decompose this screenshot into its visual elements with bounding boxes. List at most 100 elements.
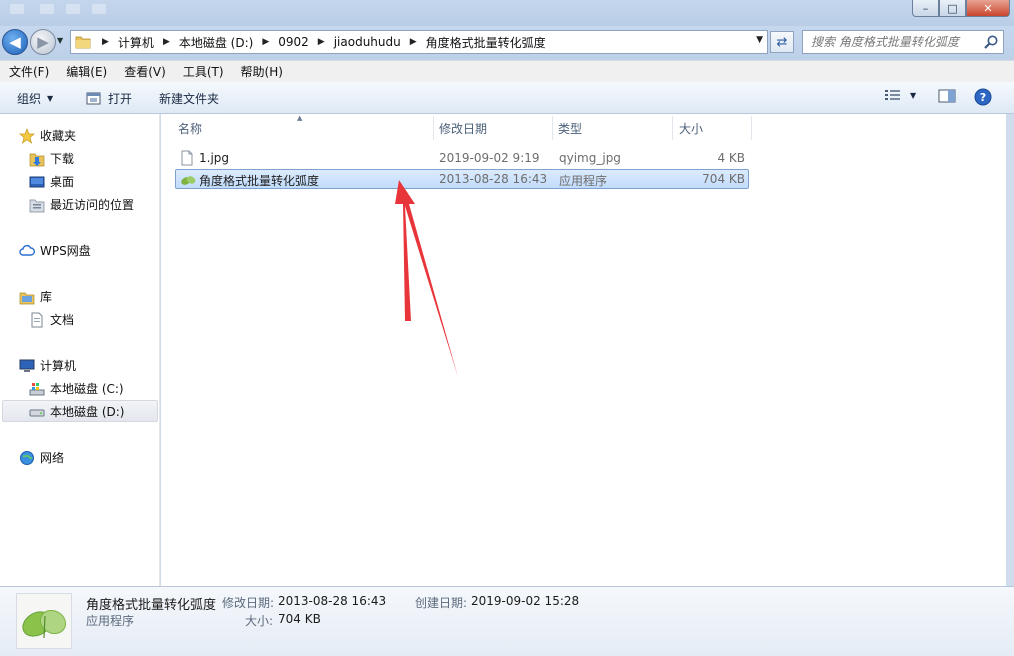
search-box bbox=[802, 30, 1004, 54]
computer-icon bbox=[19, 359, 35, 372]
nav-downloads[interactable]: 下载 bbox=[29, 150, 74, 167]
leaf-app-icon bbox=[22, 609, 67, 639]
nav-label: 本地磁盘 (C:) bbox=[50, 382, 124, 396]
nav-label: 本地磁盘 (D:) bbox=[50, 405, 125, 419]
nav-drive-c[interactable]: 本地磁盘 (C:) bbox=[29, 380, 124, 397]
help-icon: ? bbox=[974, 88, 992, 106]
file-name: 角度格式批量转化弧度 bbox=[199, 174, 320, 188]
view-options-button[interactable]: ▼ bbox=[884, 88, 916, 102]
menu-tools[interactable]: 工具(T) bbox=[183, 63, 224, 80]
window-frame-edge bbox=[1006, 114, 1014, 586]
refresh-button[interactable]: ⇄ bbox=[770, 31, 794, 53]
back-button[interactable]: ◀ bbox=[2, 29, 28, 55]
chevron-down-icon: ▼ bbox=[910, 90, 917, 100]
downloads-folder-icon bbox=[29, 153, 45, 166]
column-divider[interactable] bbox=[672, 116, 673, 140]
file-type: qyimg_jpg bbox=[559, 151, 621, 165]
breadcrumb-0902[interactable]: 0902 bbox=[278, 35, 309, 49]
cloud-icon bbox=[19, 244, 35, 256]
open-button[interactable]: 打开 bbox=[86, 90, 132, 107]
recent-pages-dropdown[interactable]: ▼ bbox=[57, 36, 63, 45]
menu-bar: 文件(F) 编辑(E) 查看(V) 工具(T) 帮助(H) bbox=[0, 60, 1014, 82]
breadcrumb-jiaoduhudu[interactable]: jiaoduhudu bbox=[334, 35, 401, 49]
breadcrumb-current[interactable]: 角度格式批量转化弧度 bbox=[426, 34, 546, 51]
address-dropdown-button[interactable]: ▼ bbox=[756, 35, 763, 45]
file-name: 1.jpg bbox=[199, 151, 230, 165]
view-details-icon bbox=[885, 90, 900, 100]
nav-documents[interactable]: 文档 bbox=[29, 311, 74, 328]
column-header-size[interactable]: 大小 bbox=[679, 120, 703, 137]
column-divider[interactable] bbox=[433, 116, 434, 140]
nav-desktop[interactable]: 桌面 bbox=[29, 173, 74, 190]
nav-label: 库 bbox=[40, 290, 53, 304]
minimize-button[interactable]: – bbox=[912, 0, 939, 17]
desktop-icon bbox=[29, 176, 45, 187]
details-size-value: 704 KB bbox=[278, 612, 321, 626]
open-icon bbox=[86, 92, 101, 105]
file-type: 应用程序 bbox=[559, 174, 608, 188]
folder-icon bbox=[75, 36, 91, 49]
leaf-app-icon bbox=[181, 176, 196, 185]
nav-libraries[interactable]: 库 bbox=[19, 288, 52, 305]
nav-wps-drive[interactable]: WPS网盘 bbox=[19, 242, 91, 259]
nav-drive-d[interactable]: 本地磁盘 (D:) bbox=[29, 403, 124, 420]
menu-help[interactable]: 帮助(H) bbox=[241, 63, 283, 80]
nav-label: 最近访问的位置 bbox=[50, 198, 135, 212]
chevron-right-icon[interactable]: ▶ bbox=[318, 37, 325, 47]
refresh-icon: ⇄ bbox=[776, 34, 788, 50]
column-header-name[interactable]: 名称 bbox=[178, 120, 202, 137]
menu-file[interactable]: 文件(F) bbox=[9, 63, 49, 80]
open-label: 打开 bbox=[108, 92, 133, 106]
chevron-right-icon[interactable]: ▶ bbox=[262, 37, 269, 47]
menu-edit[interactable]: 编辑(E) bbox=[66, 63, 107, 80]
chevron-right-icon[interactable]: ▶ bbox=[102, 37, 109, 47]
preview-pane-button[interactable] bbox=[938, 88, 956, 104]
breadcrumb-drive-d[interactable]: 本地磁盘 (D:) bbox=[179, 34, 253, 51]
window-controls: – □ ✕ bbox=[912, 0, 1010, 17]
new-folder-label: 新建文件夹 bbox=[159, 92, 220, 106]
chevron-right-icon[interactable]: ▶ bbox=[410, 37, 417, 47]
close-button[interactable]: ✕ bbox=[966, 0, 1010, 17]
navigation-pane: 收藏夹 下载 桌面 最近访问的位置 WPS网盘 库 文档 计算机 本地磁盘 (C… bbox=[0, 114, 160, 586]
chevron-down-icon: ▼ bbox=[47, 94, 54, 103]
annotation-arrow-icon bbox=[395, 180, 458, 377]
nav-label: 收藏夹 bbox=[40, 129, 77, 143]
svg-text:?: ? bbox=[980, 91, 986, 104]
nav-label: 网络 bbox=[40, 451, 65, 465]
title-bar: – □ ✕ bbox=[0, 0, 1014, 26]
arrow-right-icon: ▶ bbox=[37, 33, 49, 51]
details-file-type: 应用程序 bbox=[86, 614, 135, 628]
breadcrumb-computer[interactable]: 计算机 bbox=[118, 34, 154, 51]
forward-button[interactable]: ▶ bbox=[30, 29, 56, 55]
command-bar: 组织 ▼ 打开 新建文件夹 ▼ ? bbox=[0, 82, 1014, 114]
nav-network[interactable]: 网络 bbox=[19, 449, 64, 466]
sort-ascending-icon: ▲ bbox=[297, 114, 303, 122]
organize-button[interactable]: 组织 ▼ bbox=[17, 90, 53, 107]
menu-view[interactable]: 查看(V) bbox=[124, 63, 166, 80]
address-bar[interactable]: ▶ 计算机 ▶ 本地磁盘 (D:) ▶ 0902 ▶ jiaoduhudu ▶ … bbox=[70, 30, 768, 54]
star-icon bbox=[19, 127, 35, 144]
column-header-type[interactable]: 类型 bbox=[558, 120, 582, 137]
maximize-button[interactable]: □ bbox=[939, 0, 966, 17]
search-input[interactable] bbox=[811, 35, 983, 49]
nav-recent[interactable]: 最近访问的位置 bbox=[29, 196, 134, 213]
details-modified-value: 2013-08-28 16:43 bbox=[278, 594, 387, 608]
nav-favorites[interactable]: 收藏夹 bbox=[19, 127, 76, 144]
document-icon bbox=[31, 312, 43, 327]
drive-icon bbox=[29, 409, 45, 416]
help-button[interactable]: ? bbox=[974, 88, 992, 106]
chevron-right-icon[interactable]: ▶ bbox=[163, 37, 170, 47]
column-divider[interactable] bbox=[552, 116, 553, 140]
table-row[interactable]: 1.jpg 2019-09-02 9:19 qyimg_jpg 4 KB bbox=[175, 148, 749, 168]
column-divider[interactable] bbox=[751, 116, 752, 140]
nav-computer[interactable]: 计算机 bbox=[19, 357, 76, 374]
organize-label: 组织 bbox=[17, 92, 42, 106]
ghost-icon bbox=[66, 4, 80, 14]
column-header-date[interactable]: 修改日期 bbox=[439, 120, 487, 137]
search-icon[interactable] bbox=[983, 34, 999, 50]
preview-pane-icon bbox=[938, 89, 956, 103]
file-list: ▲ 名称 修改日期 类型 大小 1.jpg 2019-09-02 9:19 qy… bbox=[161, 114, 1006, 586]
file-thumbnail bbox=[16, 593, 72, 649]
new-folder-button[interactable]: 新建文件夹 bbox=[159, 90, 219, 107]
breadcrumb: ▶ 计算机 ▶ 本地磁盘 (D:) ▶ 0902 ▶ jiaoduhudu ▶ … bbox=[93, 34, 546, 51]
